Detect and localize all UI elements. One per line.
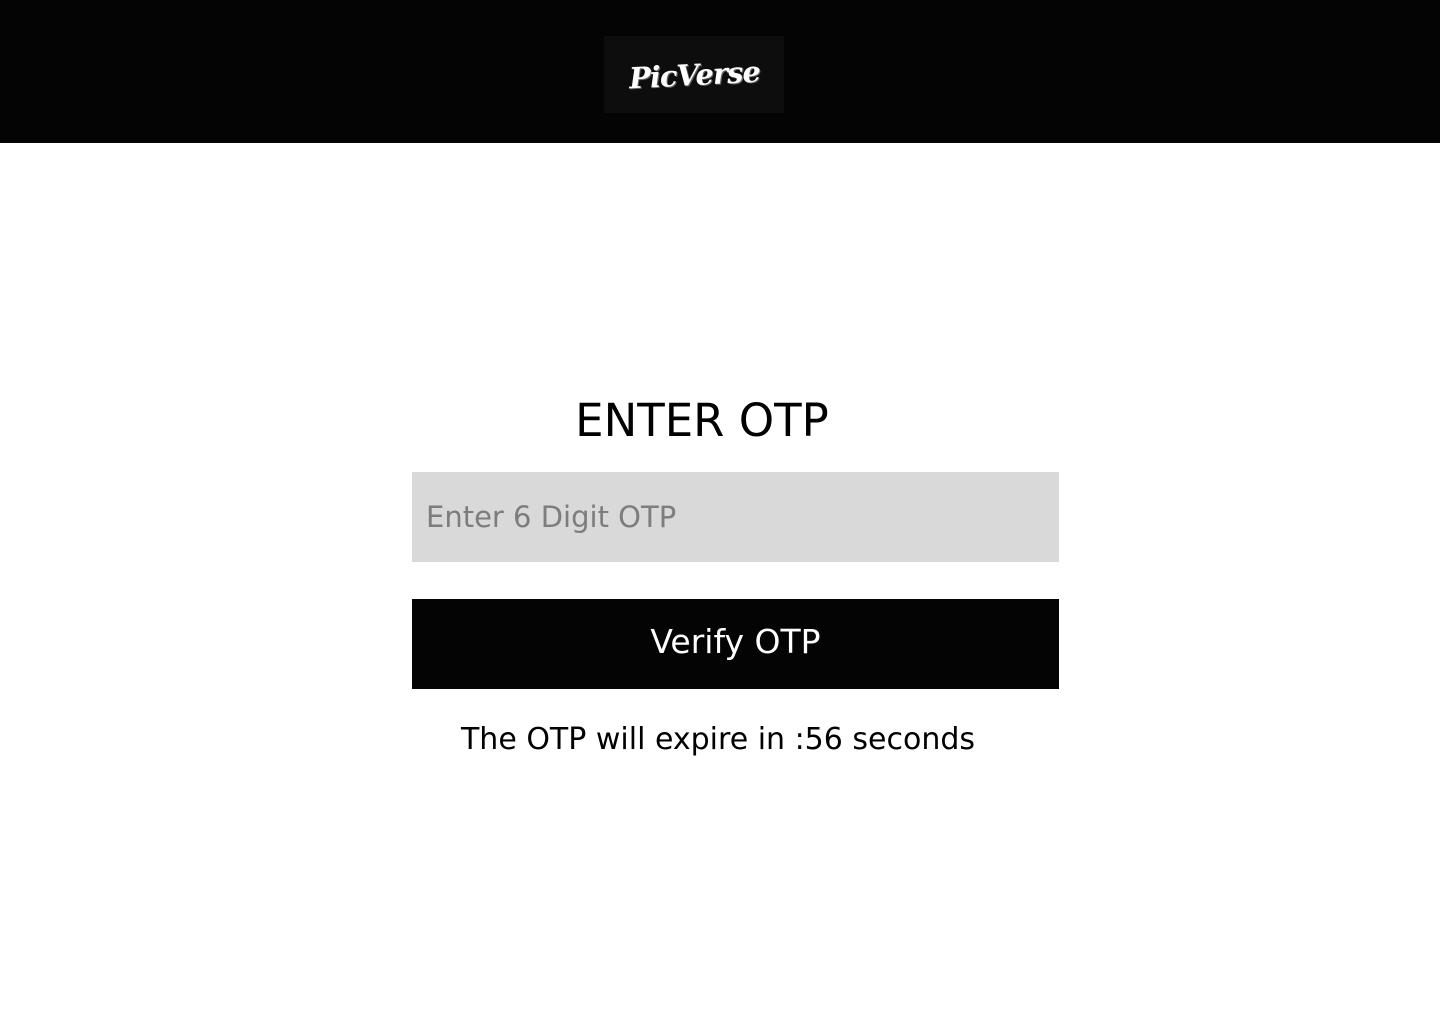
otp-input[interactable]	[412, 472, 1059, 562]
verify-otp-button[interactable]: Verify OTP	[412, 599, 1059, 689]
page-title: ENTER OTP	[575, 394, 829, 447]
logo[interactable]: PicVerse	[604, 36, 784, 113]
logo-text: PicVerse	[627, 54, 761, 95]
top-header: PicVerse	[0, 0, 1440, 143]
otp-expiry-text: The OTP will expire in :56 seconds	[460, 722, 976, 757]
